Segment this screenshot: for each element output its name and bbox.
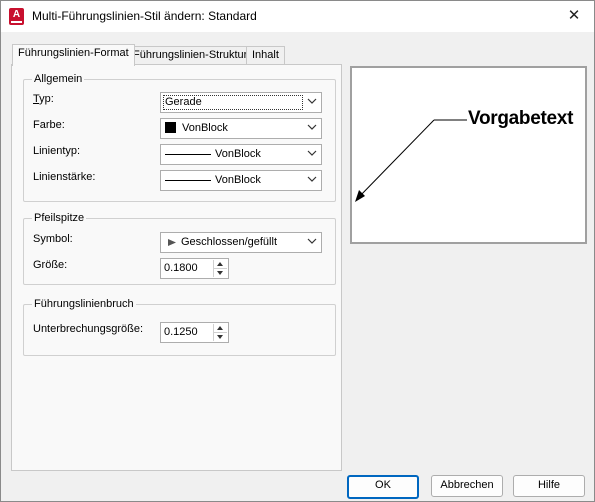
spin-up-button[interactable] — [214, 324, 227, 333]
title-bar: A Multi-Führungslinien-Stil ändern: Stan… — [1, 1, 594, 32]
chevron-down-icon — [307, 176, 317, 182]
unterbrechung-label: Unterbrechungsgröße: — [33, 323, 144, 335]
typ-label-text: yp: — [39, 93, 54, 105]
linientyp-select[interactable]: VonBlock — [160, 144, 322, 165]
symbol-value: Geschlossen/gefüllt — [181, 236, 277, 248]
dialog-window: A Multi-Führungslinien-Stil ändern: Stan… — [0, 0, 595, 502]
arrowhead-icon — [168, 239, 176, 246]
leader-preview-graphic — [355, 119, 467, 202]
spin-buttons — [213, 324, 227, 341]
close-icon[interactable]: ✕ — [564, 6, 584, 26]
caret-up-icon — [217, 326, 223, 330]
farbe-value: VonBlock — [182, 122, 228, 134]
linientyp-value: VonBlock — [215, 148, 261, 160]
unterbrechung-value: 0.1250 — [164, 326, 198, 338]
spin-down-button[interactable] — [214, 269, 227, 277]
farbe-label: Farbe: — [33, 119, 65, 131]
typ-value: Gerade — [165, 96, 202, 108]
tab-fuehrungslinien-struktur[interactable]: Führungslinien-Struktur — [127, 46, 254, 65]
caret-down-icon — [217, 335, 223, 339]
group-label-pfeilspitze: Pfeilspitze — [32, 212, 87, 224]
groesse-value: 0.1800 — [164, 262, 198, 274]
farbe-select[interactable]: VonBlock — [160, 118, 322, 139]
linienstaerke-value: VonBlock — [215, 174, 261, 186]
tab-inhalt[interactable]: Inhalt — [246, 46, 285, 65]
unterbrechung-spinner[interactable]: 0.1250 — [160, 322, 229, 343]
chevron-down-icon — [307, 98, 317, 104]
preview-pane: Vorgabetext — [350, 66, 587, 244]
preview-text: Vorgabetext — [468, 108, 574, 129]
linientyp-label: Linientyp: — [33, 145, 81, 157]
typ-label: Typ: — [33, 93, 54, 105]
symbol-label: Symbol: — [33, 233, 73, 245]
spin-down-button[interactable] — [214, 333, 227, 341]
spin-buttons — [213, 260, 227, 277]
group-label-fuehrungslinienbruch: Führungslinienbruch — [32, 298, 136, 310]
groesse-spinner[interactable]: 0.1800 — [160, 258, 229, 279]
chevron-down-icon — [307, 238, 317, 244]
help-button[interactable]: Hilfe — [513, 475, 585, 497]
symbol-select[interactable]: Geschlossen/gefüllt — [160, 232, 322, 253]
tab-panel: Allgemein Typ: Gerade Farbe: VonBlock Li… — [11, 64, 342, 471]
typ-select[interactable]: Gerade — [160, 92, 322, 113]
autocad-app-icon: A — [9, 8, 24, 25]
color-swatch — [165, 122, 176, 133]
window-title: Multi-Führungslinien-Stil ändern: Standa… — [32, 9, 257, 23]
caret-up-icon — [217, 262, 223, 266]
chevron-down-icon — [307, 124, 317, 130]
groesse-label: Größe: — [33, 259, 68, 271]
ok-button[interactable]: OK — [347, 475, 419, 499]
lineweight-sample — [165, 180, 211, 181]
spin-up-button[interactable] — [214, 260, 227, 269]
chevron-down-icon — [307, 150, 317, 156]
group-label-allgemein: Allgemein — [32, 73, 85, 85]
caret-down-icon — [217, 271, 223, 275]
linetype-sample — [165, 154, 211, 155]
tab-fuehrungslinien-format[interactable]: Führungslinien-Format — [12, 44, 135, 66]
linienstaerke-label: Linienstärke: — [33, 171, 96, 183]
cancel-button[interactable]: Abbrechen — [431, 475, 503, 497]
linienstaerke-select[interactable]: VonBlock — [160, 170, 322, 191]
